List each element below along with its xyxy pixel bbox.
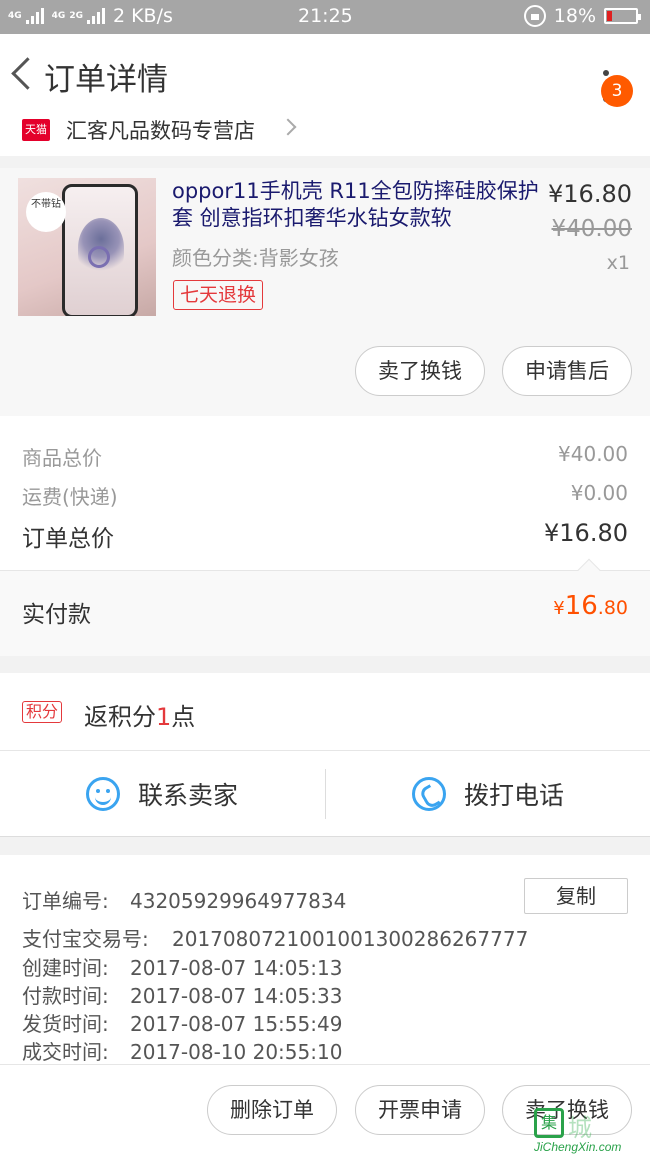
store-row[interactable]: 天猫 汇客凡品数码专营店 bbox=[0, 112, 650, 156]
network-type-3: 2G bbox=[69, 11, 83, 21]
product-image[interactable]: 不带钻 bbox=[18, 178, 156, 316]
signal-icon bbox=[25, 8, 44, 24]
product-name[interactable]: oppor11手机壳 R11全包防摔硅胶保护套 创意指环扣奢华水钻女款软 bbox=[172, 178, 540, 232]
shipped-time: 2017-08-07 15:55:49 bbox=[130, 1012, 343, 1036]
price-summary: 商品总价 ¥40.00 运费(快递) ¥0.00 订单总价 ¥16.80 实付款… bbox=[0, 416, 650, 656]
call-phone-button[interactable]: 拨打电话 bbox=[412, 751, 564, 837]
actual-paid-row: 实付款 ¥16.80 bbox=[0, 570, 650, 656]
signal-icon-2 bbox=[86, 8, 105, 24]
network-speed: 2 KB/s bbox=[112, 5, 173, 27]
contact-seller-label: 联系卖家 bbox=[138, 781, 239, 810]
tmall-logo-icon: 天猫 bbox=[22, 119, 50, 141]
divider bbox=[325, 769, 326, 819]
order-total-label: 订单总价 bbox=[22, 526, 114, 552]
network-type-1: 4G bbox=[8, 11, 22, 21]
bottom-action-bar: 删除订单 开票申请 卖了换钱 bbox=[0, 1064, 650, 1155]
battery-icon bbox=[604, 8, 641, 24]
order-info: 订单编号: 43205929964977834 复制 支付宝交易号: 2017080… bbox=[0, 855, 650, 1065]
back-arrow-icon[interactable] bbox=[8, 54, 38, 94]
product-image-tag: 不带钻 bbox=[26, 192, 66, 232]
notification-badge[interactable]: 3 bbox=[601, 75, 633, 107]
created-time: 2017-08-07 14:05:13 bbox=[130, 956, 343, 980]
paid-label: 付款时间: bbox=[22, 984, 109, 1008]
alipay-label: 支付宝交易号: bbox=[22, 927, 149, 951]
shipping-label: 运费(快递) bbox=[22, 485, 118, 509]
order-total-row: 订单总价 ¥16.80 bbox=[22, 519, 628, 553]
app-header: 订单详情 3 bbox=[0, 34, 650, 120]
status-right: 18% bbox=[523, 5, 641, 27]
sell-for-cash-button[interactable]: 卖了换钱 bbox=[355, 346, 485, 396]
created-label: 创建时间: bbox=[22, 956, 109, 980]
chevron-right-icon bbox=[279, 118, 297, 136]
completed-row: 成交时间: 2017-08-10 20:55:10 bbox=[22, 1036, 342, 1065]
completed-label: 成交时间: bbox=[22, 1040, 109, 1064]
actual-paid-label: 实付款 bbox=[22, 602, 91, 628]
contact-seller-button[interactable]: 联系卖家 bbox=[86, 751, 238, 837]
contact-bar: 联系卖家 拨打电话 bbox=[0, 751, 650, 837]
chat-smile-icon bbox=[86, 777, 120, 811]
completed-time: 2017-08-10 20:55:10 bbox=[130, 1040, 343, 1064]
status-left: 4G 4G 2G 2 KB/s bbox=[8, 5, 173, 27]
status-bar: 4G 4G 2G 2 KB/s 21:25 18% bbox=[0, 0, 650, 34]
order-number-label: 订单编号: bbox=[22, 889, 109, 913]
paid-row: 付款时间: 2017-08-07 14:05:33 bbox=[22, 980, 342, 1009]
points-badge: 积分 bbox=[22, 701, 63, 723]
product-card[interactable]: 不带钻 oppor11手机壳 R11全包防摔硅胶保护套 创意指环扣奢华水钻女款软… bbox=[0, 168, 650, 416]
battery-percent: 18% bbox=[553, 5, 596, 27]
order-number-row: 订单编号: 43205929964977834 bbox=[22, 885, 346, 914]
product-original-price: ¥40.00 bbox=[551, 216, 632, 242]
actual-paid-amount: ¥16.80 bbox=[553, 591, 628, 621]
created-row: 创建时间: 2017-08-07 14:05:13 bbox=[22, 952, 342, 981]
points-row: 积分 返积分1点 bbox=[0, 673, 650, 751]
goods-total-value: ¥40.00 bbox=[558, 442, 628, 466]
call-phone-label: 拨打电话 bbox=[464, 781, 565, 810]
status-time: 21:25 bbox=[298, 5, 353, 27]
shipping-row: 运费(快递) ¥0.00 bbox=[22, 481, 628, 510]
copy-button[interactable]: 复制 bbox=[524, 878, 628, 914]
product-spec: 颜色分类:背影女孩 bbox=[172, 246, 339, 270]
order-total-value: ¥16.80 bbox=[544, 519, 628, 547]
goods-total-row: 商品总价 ¥40.00 bbox=[22, 442, 628, 471]
paid-time: 2017-08-07 14:05:33 bbox=[130, 984, 343, 1008]
alipay-number: 2017080721001001300286267777 bbox=[172, 927, 529, 951]
invoice-request-button[interactable]: 开票申请 bbox=[355, 1085, 485, 1135]
points-text: 返积分1点 bbox=[84, 703, 196, 731]
network-type-2: 4G bbox=[51, 11, 66, 21]
order-number: 43205929964977834 bbox=[130, 889, 347, 913]
rotation-lock-icon bbox=[523, 5, 546, 27]
shipped-row: 发货时间: 2017-08-07 15:55:49 bbox=[22, 1008, 342, 1037]
phone-icon bbox=[412, 777, 446, 811]
shipped-label: 发货时间: bbox=[22, 1012, 109, 1036]
shipping-value: ¥0.00 bbox=[570, 481, 628, 505]
sell-for-cash-bottom-button[interactable]: 卖了换钱 bbox=[502, 1085, 632, 1135]
return-policy-tag: 七天退换 bbox=[173, 280, 264, 310]
alipay-row: 支付宝交易号: 2017080721001001300286267777 bbox=[22, 923, 528, 952]
product-quantity: x1 bbox=[606, 252, 630, 274]
delete-order-button[interactable]: 删除订单 bbox=[207, 1085, 337, 1135]
apply-after-sale-button[interactable]: 申请售后 bbox=[502, 346, 632, 396]
goods-total-label: 商品总价 bbox=[22, 446, 102, 470]
product-price: ¥16.80 bbox=[548, 180, 632, 208]
page-title: 订单详情 bbox=[44, 62, 168, 98]
store-name: 汇客凡品数码专营店 bbox=[66, 119, 255, 143]
